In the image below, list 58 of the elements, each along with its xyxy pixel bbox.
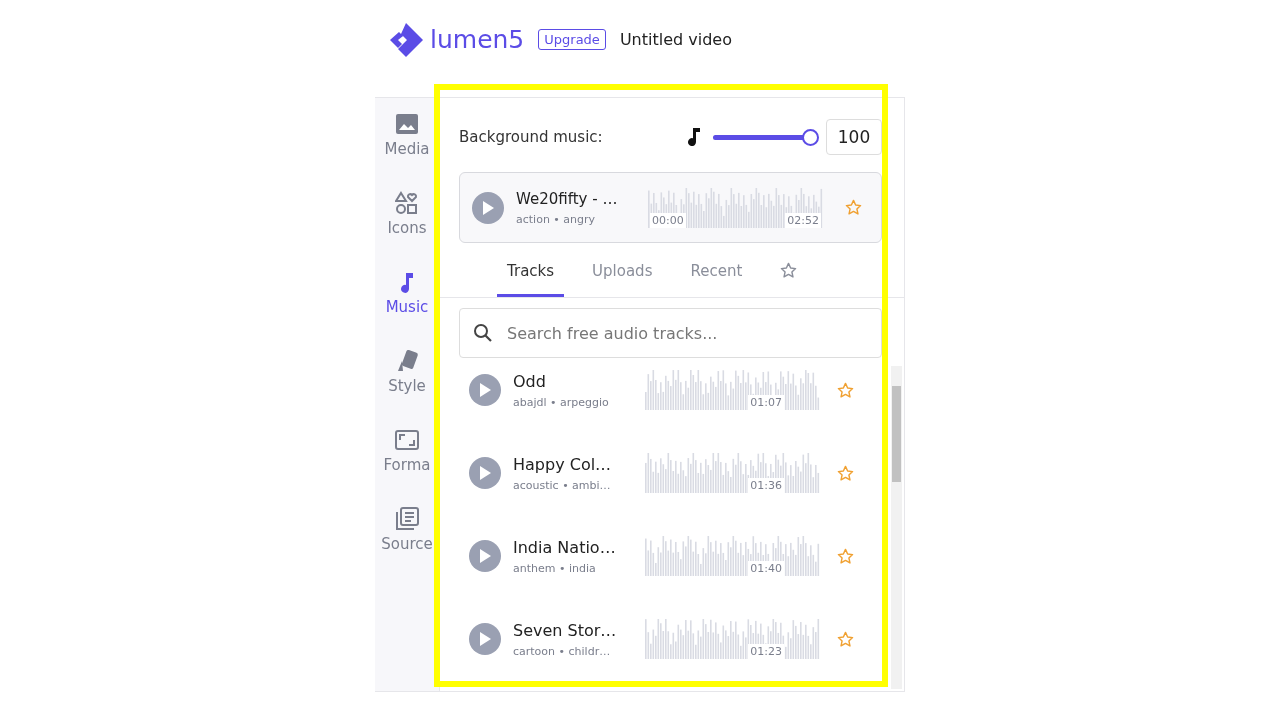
scrollbar-thumb[interactable] — [892, 386, 901, 482]
track-duration: 01:07 — [748, 395, 784, 410]
image-icon — [395, 112, 419, 136]
sidebar-item[interactable]: Forma — [375, 428, 439, 486]
sidebar-item[interactable]: Style — [375, 349, 439, 407]
track-title: Odd — [513, 371, 547, 391]
track-duration: 01:36 — [748, 478, 784, 493]
play-icon — [479, 632, 491, 646]
logo-text: lumen5 — [430, 25, 525, 54]
track-row[interactable]: Seven Stor… cartoon • childr… 01:23 — [469, 619, 904, 659]
track-row[interactable]: Odd abajdl • arpeggio 01:07 — [469, 370, 904, 410]
tab[interactable]: Tracks — [497, 257, 565, 297]
play-icon — [479, 549, 491, 563]
end-time: 02:52 — [785, 212, 821, 228]
track-title: Seven Stor… — [513, 620, 618, 640]
sidebar-item[interactable]: Media — [375, 112, 439, 170]
track-title: India Natio… — [513, 537, 617, 557]
sidebar-item[interactable]: Icons — [375, 191, 439, 249]
play-button[interactable] — [469, 540, 501, 572]
sidebar-item[interactable]: Music — [375, 270, 439, 328]
volume-input[interactable]: 100 — [826, 119, 882, 155]
track-tags: abajdl • arpeggio — [513, 395, 633, 409]
search-icon — [473, 323, 493, 343]
track-row[interactable]: Happy Col… acoustic • ambi… 01:36 — [469, 453, 904, 493]
play-button[interactable] — [469, 623, 501, 655]
track-tags: action • angry — [516, 212, 636, 226]
sidebar-item[interactable]: Source — [375, 507, 439, 565]
frame-icon — [395, 428, 419, 452]
tab[interactable]: Recent — [680, 257, 753, 297]
video-title: Untitled video — [619, 30, 732, 49]
track-tags: anthem • india — [513, 561, 633, 575]
play-icon — [482, 200, 494, 215]
play-icon — [479, 466, 491, 480]
track-tags: cartoon • childr… — [513, 644, 633, 658]
track-duration: 01:40 — [748, 561, 784, 576]
swatch-icon — [395, 349, 419, 373]
track-tags: acoustic • ambi… — [513, 478, 633, 492]
star-icon — [780, 262, 798, 279]
track-duration: 01:23 — [748, 644, 784, 659]
play-button[interactable] — [469, 374, 501, 406]
volume-slider[interactable] — [713, 128, 818, 146]
track-row[interactable]: India Natio… anthem • india 01:40 — [469, 536, 904, 576]
music-note-icon — [687, 128, 701, 146]
upgrade-button[interactable]: Upgrade — [538, 29, 606, 50]
background-music-label: Background music: — [459, 128, 604, 146]
track-title: We20fifty - … — [516, 189, 619, 208]
search-field[interactable]: Search free audio tracks... — [459, 308, 882, 358]
logo-icon — [388, 21, 424, 58]
play-icon — [479, 383, 491, 397]
document-icon — [395, 507, 419, 531]
play-button[interactable] — [472, 191, 504, 224]
track-title: Happy Col… — [513, 454, 613, 474]
slider-thumb[interactable] — [802, 128, 819, 146]
tab[interactable]: Uploads — [582, 257, 663, 297]
start-time: 00:00 — [650, 212, 686, 228]
scrollbar[interactable] — [891, 366, 902, 689]
shapes-icon — [395, 191, 419, 215]
play-button[interactable] — [469, 457, 501, 489]
